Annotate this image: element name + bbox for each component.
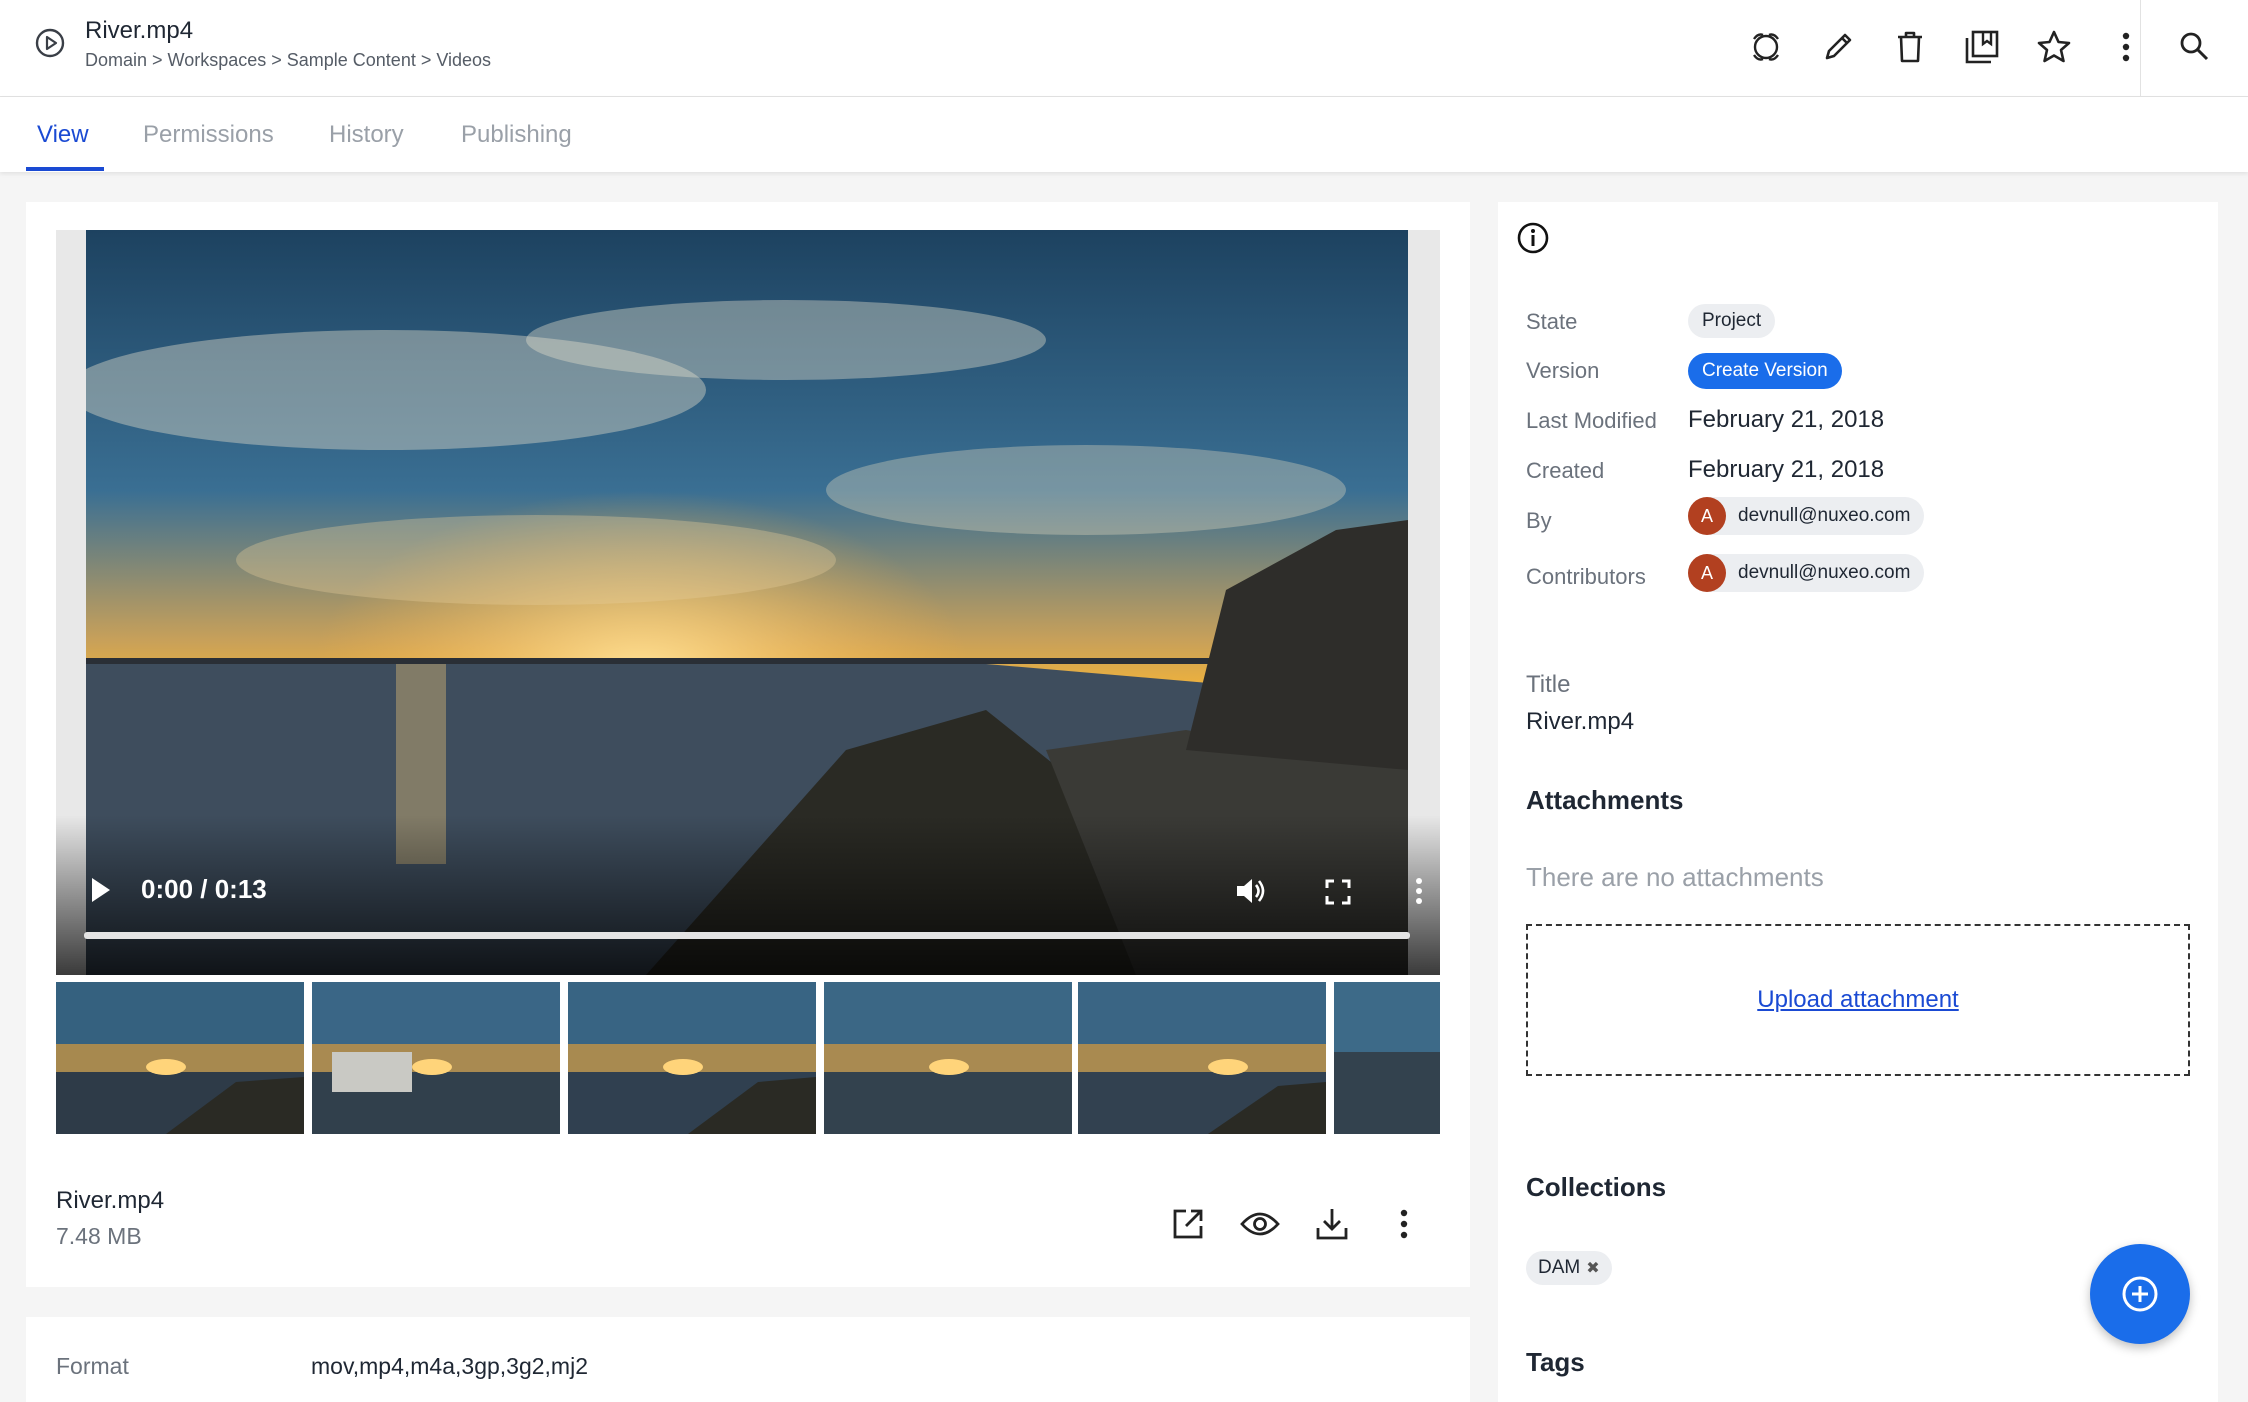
collection-chip[interactable]: DAM ✖ [1526, 1251, 1612, 1285]
open-external-icon[interactable] [1166, 1202, 1210, 1246]
file-size: 7.48 MB [56, 1223, 142, 1249]
add-button[interactable] [2090, 1244, 2190, 1344]
upload-attachment-link[interactable]: Upload attachment [1757, 986, 1958, 1014]
collections-heading: Collections [1526, 1172, 1667, 1202]
by-label: By [1526, 508, 1552, 533]
video-player[interactable]: 0:00 / 0:13 [56, 230, 1440, 975]
tab-permissions[interactable]: Permissions [143, 121, 274, 149]
contributors-label: Contributors [1526, 564, 1646, 589]
info-panel: State Project Version Create Version Las… [1498, 202, 2218, 1402]
document-tabs: View Permissions History Publishing [0, 97, 2248, 172]
avatar: A [1688, 497, 1726, 535]
play-icon[interactable] [88, 875, 114, 905]
storyboard-thumbnail[interactable] [56, 982, 304, 1134]
tab-publishing[interactable]: Publishing [461, 121, 572, 149]
tags-heading: Tags [1526, 1347, 1585, 1377]
preview-card: 0:00 / 0:13 River.mp4 7.48 MB [26, 202, 1470, 1287]
document-title: River.mp4 [85, 17, 194, 44]
tab-history[interactable]: History [329, 121, 404, 149]
add-circle-icon [2122, 1276, 2158, 1312]
attachments-heading: Attachments [1526, 785, 1684, 815]
title-label: Title [1526, 671, 1571, 698]
last-modified-label: Last Modified [1526, 408, 1657, 433]
storyboard-thumbnail[interactable] [568, 982, 816, 1134]
video-time: 0:00 / 0:13 [141, 874, 267, 904]
remove-icon[interactable]: ✖ [1586, 1258, 1599, 1278]
create-version-button[interactable]: Create Version [1688, 353, 1842, 389]
video-icon [35, 28, 65, 58]
collection-icon[interactable] [1960, 22, 2004, 72]
search-icon[interactable] [2174, 26, 2214, 66]
volume-icon[interactable] [1234, 876, 1268, 906]
storyboard-thumbnail[interactable] [1334, 982, 1440, 1134]
fullscreen-icon[interactable] [1324, 878, 1352, 906]
active-tab-indicator [26, 167, 104, 171]
video-more-icon[interactable] [1414, 876, 1424, 906]
header-divider [2140, 0, 2141, 97]
last-modified-value: February 21, 2018 [1688, 406, 1885, 433]
more-icon[interactable] [2104, 22, 2148, 72]
delete-icon[interactable] [1888, 22, 1932, 72]
video-progress-bar[interactable] [84, 932, 1410, 939]
created-value: February 21, 2018 [1688, 456, 1885, 483]
file-actions [1166, 1202, 1426, 1246]
file-more-icon[interactable] [1382, 1202, 1426, 1246]
edit-icon[interactable] [1816, 22, 1860, 72]
document-header: River.mp4 Domain > Workspaces > Sample C… [0, 0, 2248, 97]
storyboard-thumbnail[interactable] [824, 982, 1072, 1134]
file-name: River.mp4 [56, 1187, 165, 1214]
author-chip[interactable]: A devnull@nuxeo.com [1688, 497, 1925, 535]
attachments-empty-message: There are no attachments [1526, 862, 1824, 892]
preview-icon[interactable] [1238, 1202, 1282, 1246]
contributor-name: devnull@nuxeo.com [1738, 562, 1911, 583]
download-icon[interactable] [1310, 1202, 1354, 1246]
format-label: Format [56, 1353, 129, 1379]
tab-view[interactable]: View [37, 121, 89, 149]
state-badge: Project [1688, 304, 1776, 338]
lifecycle-icon[interactable] [1744, 22, 1788, 72]
storyboard-thumbnail[interactable] [312, 982, 560, 1134]
collection-chip-label: DAM [1538, 1257, 1581, 1278]
storyboard-thumbnail[interactable] [1078, 982, 1326, 1134]
version-label: Version [1526, 358, 1600, 383]
storyboard [56, 982, 1440, 1134]
format-value: mov,mp4,m4a,3gp,3g2,mj2 [311, 1353, 588, 1379]
info-icon[interactable] [1516, 221, 1550, 255]
created-label: Created [1526, 458, 1605, 483]
title-value: River.mp4 [1526, 708, 1635, 735]
contributor-chip[interactable]: A devnull@nuxeo.com [1688, 554, 1925, 592]
avatar: A [1688, 554, 1726, 592]
author-name: devnull@nuxeo.com [1738, 505, 1911, 526]
metadata-card: Format mov,mp4,m4a,3gp,3g2,mj2 [26, 1317, 1470, 1402]
state-label: State [1526, 309, 1578, 334]
breadcrumb[interactable]: Domain > Workspaces > Sample Content > V… [85, 50, 491, 71]
favorite-icon[interactable] [2032, 22, 2076, 72]
upload-dropzone[interactable]: Upload attachment [1526, 924, 2190, 1076]
document-actions [1744, 22, 2148, 72]
